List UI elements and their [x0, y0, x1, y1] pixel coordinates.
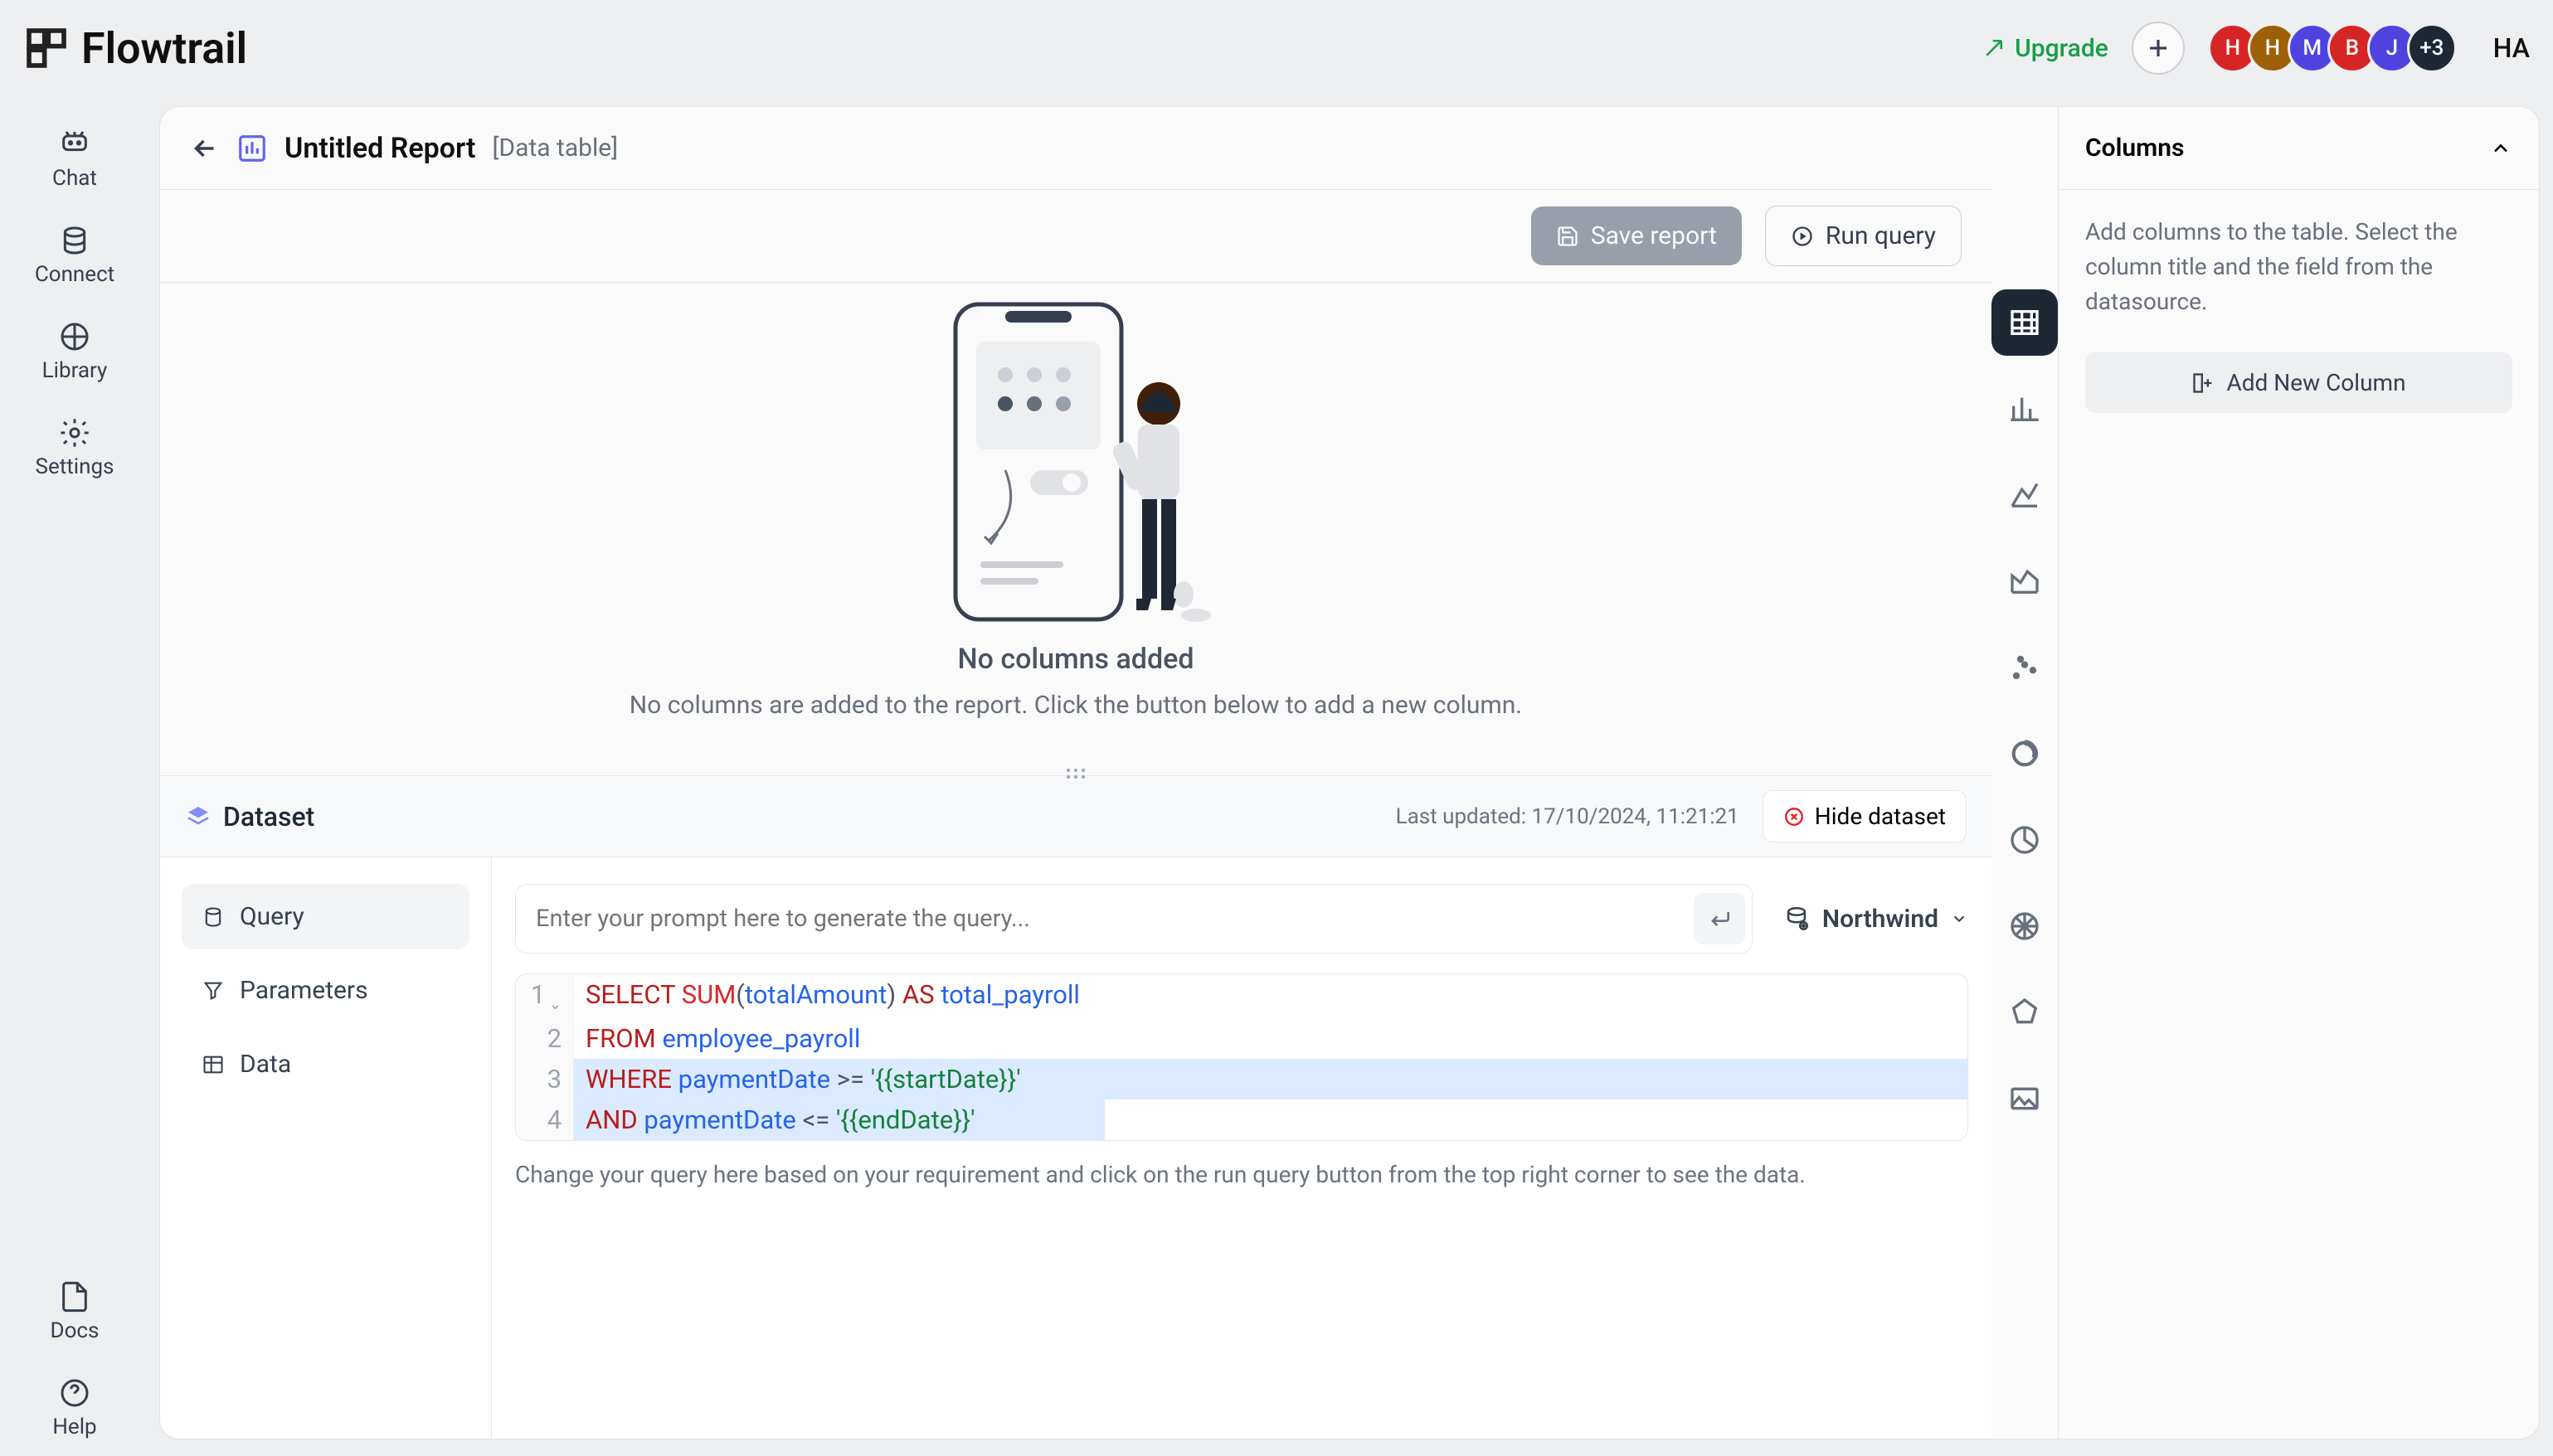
prompt-input[interactable] — [536, 905, 1694, 933]
report-card: Untitled Report [Data table] Save report… — [159, 106, 2540, 1439]
avatar[interactable]: +3 — [2407, 23, 2457, 73]
upgrade-label: Upgrade — [2015, 34, 2108, 63]
dataset-title: Dataset — [185, 801, 314, 832]
viz-radar[interactable] — [1991, 893, 2058, 959]
nav-docs[interactable]: Docs — [0, 1264, 149, 1360]
filter-icon — [202, 979, 225, 1002]
viz-polygon[interactable] — [1991, 979, 2058, 1046]
columns-description: Add columns to the table. Select the col… — [2059, 190, 2539, 344]
table-icon — [202, 1053, 225, 1076]
run-query-button[interactable]: Run query — [1765, 206, 1962, 266]
upgrade-button[interactable]: Upgrade — [1982, 34, 2108, 63]
resize-handle[interactable] — [1064, 766, 1087, 781]
nav-library[interactable]: Library — [0, 303, 149, 400]
hide-dataset-button[interactable]: Hide dataset — [1763, 790, 1967, 842]
brand-name: Flowtrail — [81, 23, 247, 74]
content-header: Untitled Report [Data table] — [160, 107, 1991, 190]
top-bar: Flowtrail Upgrade HHMBJ+3 HA — [0, 0, 2553, 96]
tab-query[interactable]: Query — [182, 884, 469, 949]
add-button[interactable] — [2132, 22, 2185, 75]
viz-table[interactable] — [1991, 289, 2058, 356]
columns-header: Columns — [2059, 107, 2539, 190]
report-type: [Data table] — [492, 133, 618, 163]
viz-area[interactable] — [1991, 548, 2058, 614]
left-nav: Chat Connect Library Settings Docs Help — [0, 96, 149, 1456]
editor-help-text: Change your query here based on your req… — [515, 1161, 1968, 1188]
report-title: Untitled Report — [284, 132, 475, 165]
current-user-label: HA — [2493, 32, 2530, 64]
avatar-stack[interactable]: HHMBJ+3 — [2208, 23, 2457, 73]
datasource-icon — [1782, 905, 1811, 933]
viz-image[interactable] — [1991, 1065, 2058, 1132]
dataset-tabs: Query Parameters Data — [160, 857, 492, 1439]
back-button[interactable] — [190, 133, 220, 163]
viz-type-tabs — [1991, 107, 2058, 1439]
nav-settings[interactable]: Settings — [0, 400, 149, 496]
toolbar: Save report Run query — [160, 190, 1991, 283]
nav-chat[interactable]: Chat — [0, 111, 149, 207]
sql-editor[interactable]: 1 ⌄ SELECT SUM(totalAmount) AS total_pay… — [515, 973, 1968, 1141]
collapse-icon[interactable] — [2489, 137, 2512, 160]
layers-icon — [185, 803, 212, 830]
database-icon — [202, 905, 225, 929]
datasource-selector[interactable]: Northwind — [1782, 905, 1968, 934]
empty-illustration — [931, 296, 1221, 628]
topbar-right: Upgrade HHMBJ+3 HA — [1982, 22, 2530, 75]
brand: Flowtrail — [23, 23, 247, 74]
brand-icon — [23, 25, 70, 71]
tab-parameters[interactable]: Parameters — [182, 958, 469, 1023]
last-updated: Last updated: 17/10/2024, 11:21:21 — [1396, 804, 1739, 829]
save-report-button[interactable]: Save report — [1531, 206, 1742, 265]
dataset-panel: Dataset Last updated: 17/10/2024, 11:21:… — [160, 775, 1991, 1439]
empty-subtitle: No columns are added to the report. Clic… — [630, 691, 1522, 720]
viz-bar[interactable] — [1991, 376, 2058, 442]
nav-connect[interactable]: Connect — [0, 207, 149, 303]
close-icon — [1783, 806, 1805, 827]
chevron-down-icon — [1950, 910, 1968, 928]
nav-help[interactable]: Help — [0, 1360, 149, 1456]
prompt-input-container — [515, 884, 1753, 954]
submit-prompt-button[interactable] — [1694, 893, 1745, 944]
viz-line[interactable] — [1991, 462, 2058, 528]
add-column-button[interactable]: Add New Column — [2085, 352, 2512, 413]
report-icon — [236, 133, 268, 164]
columns-panel: Columns Add columns to the table. Select… — [2058, 107, 2539, 1439]
empty-title: No columns added — [958, 643, 1194, 676]
viz-donut[interactable] — [1991, 721, 2058, 787]
viz-pie[interactable] — [1991, 807, 2058, 873]
add-column-icon — [2191, 371, 2215, 395]
tab-data[interactable]: Data — [182, 1031, 469, 1097]
viz-scatter[interactable] — [1991, 634, 2058, 701]
